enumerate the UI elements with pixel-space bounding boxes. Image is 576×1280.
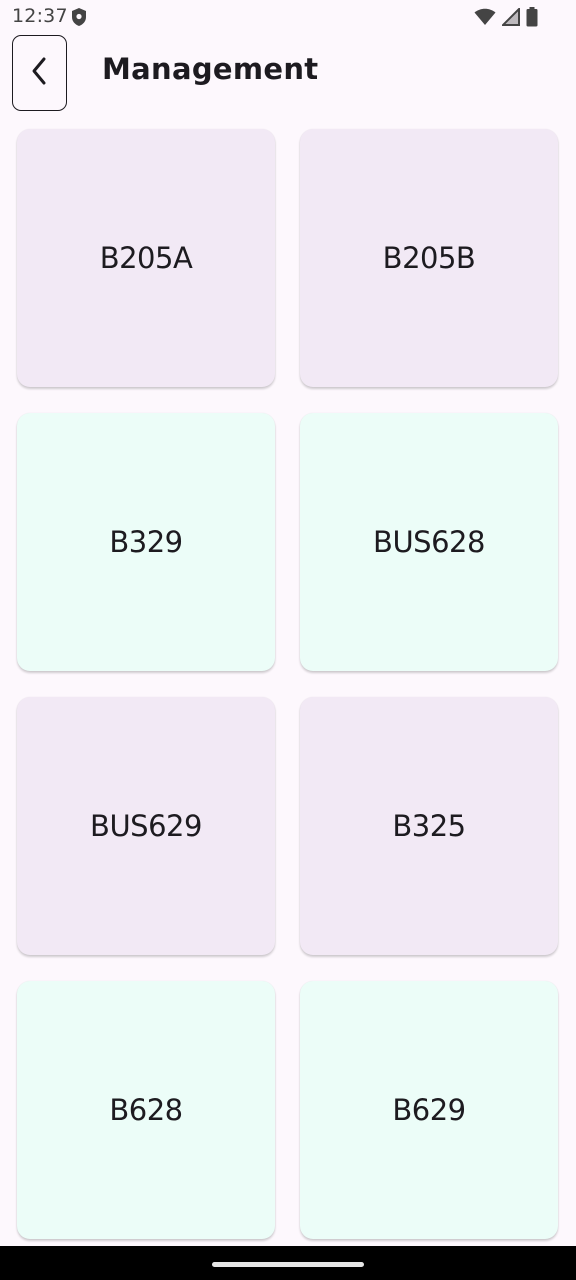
course-card-label: B628: [109, 1093, 183, 1127]
course-card-label: BUS628: [373, 525, 485, 559]
screen: 12:37 Management B205A B205B B329 BUS628…: [0, 0, 576, 1280]
course-card-label: B205B: [382, 241, 476, 275]
course-card[interactable]: B325: [300, 697, 558, 955]
chevron-left-icon: [29, 56, 51, 90]
course-card-label: B329: [109, 525, 183, 559]
status-icons: [474, 7, 538, 27]
page-title: Management: [102, 52, 319, 86]
course-card[interactable]: B205B: [300, 129, 558, 387]
status-bar: 12:37: [0, 0, 576, 34]
course-card-label: B629: [392, 1093, 466, 1127]
course-card[interactable]: BUS628: [300, 413, 558, 671]
course-card[interactable]: B629: [300, 981, 558, 1239]
course-card-label: BUS629: [90, 809, 202, 843]
course-card[interactable]: BUS629: [17, 697, 275, 955]
course-card[interactable]: B329: [17, 413, 275, 671]
course-card-label: B205A: [99, 241, 193, 275]
back-button[interactable]: [12, 35, 67, 111]
home-gesture-handle[interactable]: [212, 1262, 364, 1267]
battery-icon: [526, 7, 538, 27]
course-card-label: B325: [392, 809, 466, 843]
course-card[interactable]: B628: [17, 981, 275, 1239]
status-time: 12:37: [12, 5, 68, 27]
shield-icon: [70, 7, 88, 27]
course-card[interactable]: B205A: [17, 129, 275, 387]
wifi-icon: [474, 8, 496, 26]
course-grid: B205A B205B B329 BUS628 BUS629 B325 B628…: [17, 129, 558, 1239]
signal-icon: [502, 8, 520, 26]
